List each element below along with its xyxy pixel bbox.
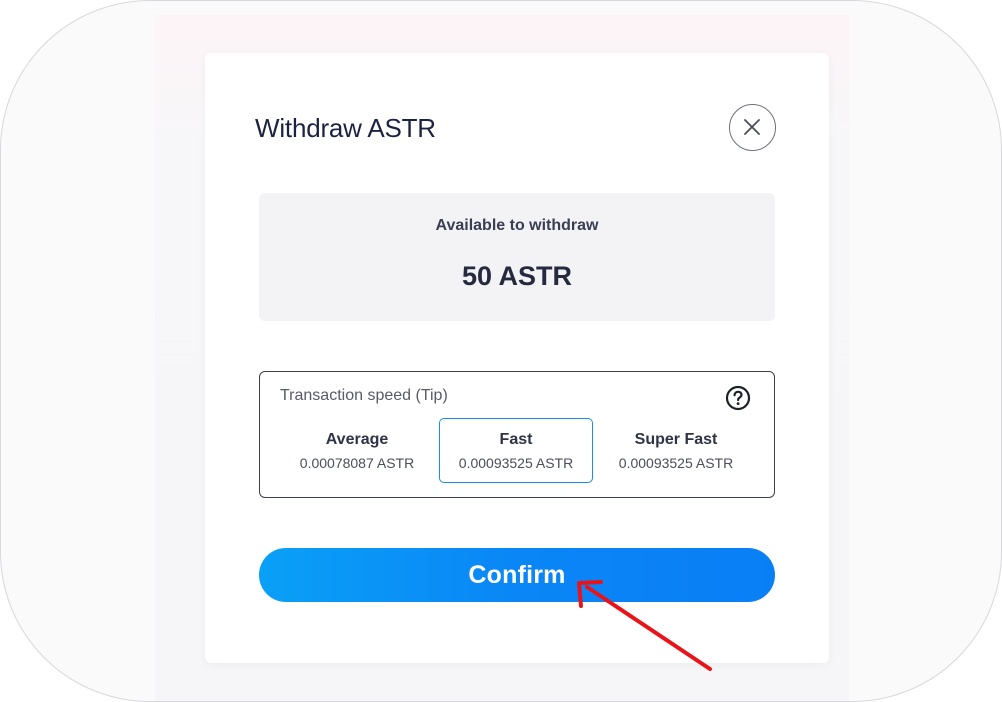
available-label: Available to withdraw bbox=[435, 217, 599, 234]
modal-title: Withdraw ASTR bbox=[255, 113, 436, 143]
speed-option-name: Super Fast bbox=[634, 431, 718, 448]
speed-option-fee: 0.00078087 ASTR bbox=[299, 455, 415, 471]
close-button[interactable] bbox=[729, 104, 776, 151]
question-circle-icon[interactable] bbox=[725, 385, 751, 411]
speed-option-average[interactable]: Average 0.00078087 ASTR bbox=[280, 418, 434, 483]
speed-option-name: Average bbox=[325, 431, 389, 448]
screenshot-frame: Withdraw ASTR Available to withdraw 50 A… bbox=[0, 0, 1002, 702]
available-balance-card: Available to withdraw 50 ASTR bbox=[259, 193, 775, 321]
confirm-button[interactable]: Confirm bbox=[259, 548, 775, 602]
transaction-speed-selector: Transaction speed (Tip) Average 0.000780… bbox=[259, 371, 775, 498]
transaction-speed-title: Transaction speed (Tip) bbox=[280, 387, 448, 404]
speed-option-name: Fast bbox=[499, 431, 533, 448]
speed-option-super-fast[interactable]: Super Fast 0.00093525 ASTR bbox=[599, 418, 753, 483]
speed-option-fee: 0.00093525 ASTR bbox=[618, 455, 734, 471]
withdraw-modal: Withdraw ASTR Available to withdraw 50 A… bbox=[205, 53, 829, 663]
speed-option-fast[interactable]: Fast 0.00093525 ASTR bbox=[439, 418, 593, 483]
close-icon bbox=[744, 119, 760, 135]
available-amount: 50 ASTR bbox=[461, 261, 573, 291]
speed-option-fee: 0.00093525 ASTR bbox=[458, 455, 574, 471]
